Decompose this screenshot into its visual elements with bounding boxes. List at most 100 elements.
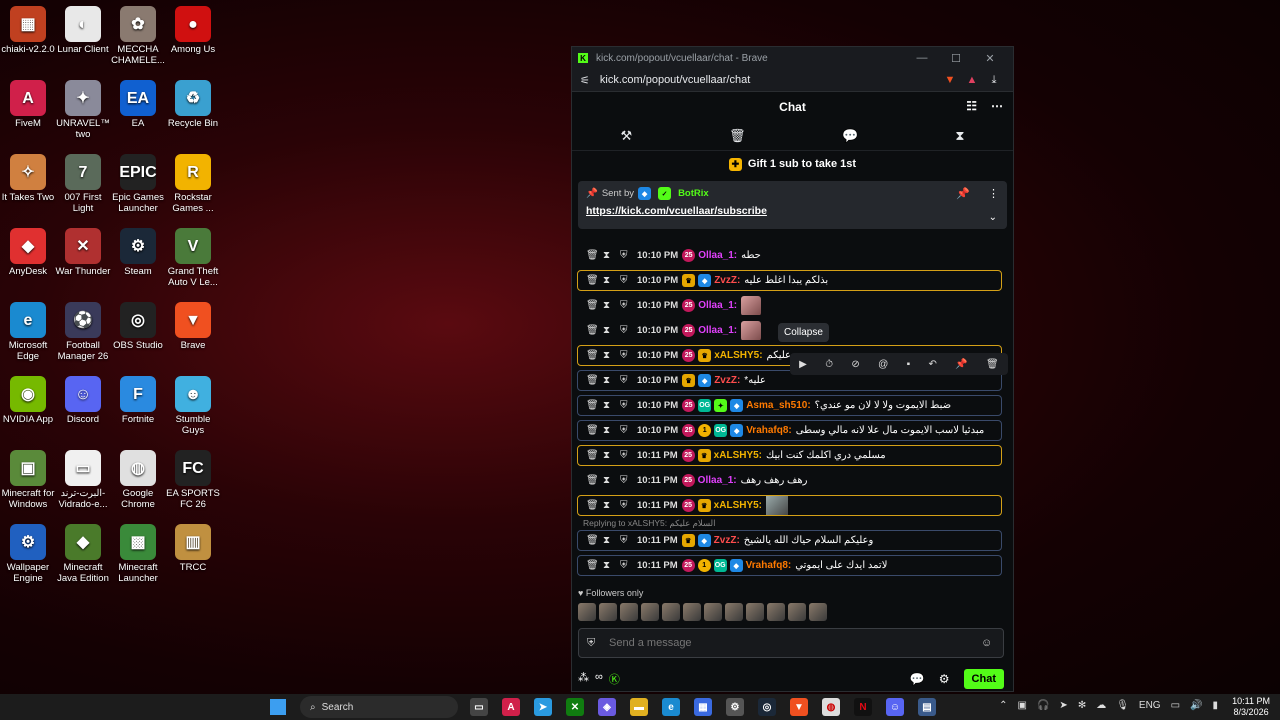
url-text[interactable]: kick.com/popout/vcuellaar/chat — [600, 74, 939, 86]
hourglass-icon[interactable]: ⧗ — [603, 300, 620, 311]
desktop-icon[interactable]: ▭ البرت-ترند-Vidrado-e... — [55, 450, 111, 510]
trash-icon[interactable]: 🗑 — [586, 300, 603, 311]
unpin-icon[interactable]: 📌 — [956, 187, 970, 200]
brave-rewards-icon[interactable]: ▲ — [961, 74, 983, 86]
desktop-icon[interactable]: ✕ War Thunder — [55, 228, 111, 277]
message-input[interactable] — [607, 636, 981, 650]
trash-icon[interactable]: 🗑 — [586, 425, 603, 436]
hourglass-icon[interactable]: ⧗ — [603, 535, 620, 546]
emote[interactable] — [704, 603, 722, 621]
hourglass-icon[interactable]: ⧗ — [603, 250, 620, 261]
chat-message[interactable]: 🗑 ⧗ ⛨ 10:11 PM 25 1 OG ◆ Vrahafq8: لاتمد ايدك على… — [577, 555, 1002, 576]
chevron-up-icon[interactable]: ⌃ — [999, 700, 1007, 711]
delete-icon[interactable]: 🗑 — [986, 359, 999, 370]
address-bar[interactable]: ⚟ kick.com/popout/vcuellaar/chat ▼ ▲ ⤓ — [572, 69, 1013, 92]
username[interactable]: Ollaa_1: — [698, 300, 737, 311]
kick-k-icon[interactable]: Ⓚ — [609, 671, 620, 687]
trash-icon[interactable]: 🗑 — [586, 250, 603, 261]
site-settings-icon[interactable]: ⚟ — [580, 74, 590, 87]
microphone-icon[interactable]: 🎙 — [1116, 700, 1129, 711]
shield-icon[interactable]: ⛨ — [620, 275, 637, 286]
hourglass-icon[interactable]: ⧗ — [603, 275, 620, 286]
close-icon[interactable]: ✕ — [973, 52, 1007, 65]
emote[interactable] — [725, 603, 743, 621]
calculator-icon[interactable]: ▤ — [918, 698, 936, 716]
chat-message[interactable]: 🗑 ⧗ ⛨ 10:11 PM 25 ♛ xALSHY5: — [577, 495, 1002, 516]
settings-taskbar-icon[interactable]: ⚙ — [726, 698, 744, 716]
desktop-icon[interactable]: e Microsoft Edge — [0, 302, 56, 362]
chat-bubble-small-icon[interactable]: 💬 — [910, 672, 925, 686]
settings-icon[interactable]: ⚙ — [939, 672, 950, 686]
desktop-icon[interactable]: ◆ AnyDesk — [0, 228, 56, 277]
username[interactable]: Ollaa_1: — [698, 475, 737, 486]
desktop-icon[interactable]: EA EA — [110, 80, 166, 129]
desktop-icon[interactable]: ▦ chiaki-v2.2.0 — [0, 6, 56, 55]
download-icon[interactable]: ⤓ — [983, 74, 1005, 87]
desktop-icon[interactable]: ☺ Discord — [55, 376, 111, 425]
desktop-icon[interactable]: EPIC Epic Games Launcher — [110, 154, 166, 214]
start-button[interactable] — [270, 699, 286, 715]
emote[interactable] — [599, 603, 617, 621]
maximize-icon[interactable]: ☐ — [939, 52, 973, 65]
username[interactable]: xALSHY5: — [714, 450, 762, 461]
shield-icon[interactable]: ⛨ — [620, 375, 637, 386]
trash-icon[interactable]: 🗑 — [586, 325, 603, 336]
desktop-icon[interactable]: ▣ Minecraft for Windows — [0, 450, 56, 510]
trash-icon[interactable]: 🗑 — [586, 400, 603, 411]
shield-icon[interactable]: ⛨ — [620, 560, 637, 571]
trash-icon[interactable]: 🗑 — [729, 128, 746, 144]
hourglass-icon[interactable]: ⧗ — [603, 450, 620, 461]
clock[interactable]: 10:11 PM 8/3/2026 — [1232, 696, 1270, 718]
shield-icon[interactable]: ⛨ — [620, 535, 637, 546]
pinned-more-icon[interactable]: ⋮ — [988, 187, 999, 200]
desktop-icon[interactable]: ⚽ Football Manager 26 — [55, 302, 111, 362]
hourglass-icon[interactable]: ⧗ — [603, 560, 620, 571]
desktop-icon[interactable]: ⚙ Steam — [110, 228, 166, 277]
desktop-icon[interactable]: A FiveM — [0, 80, 56, 129]
username[interactable]: ZvzZ: — [714, 535, 740, 546]
desktop-icon[interactable]: ◐ Lunar Client — [55, 6, 111, 55]
shield-icon[interactable]: ⛨ — [620, 250, 637, 261]
shield-icon[interactable]: ⛨ — [620, 325, 637, 336]
copilot-icon[interactable]: ◈ — [598, 698, 616, 716]
emote[interactable] — [767, 603, 785, 621]
ban-icon[interactable]: ⊘ — [851, 359, 859, 370]
hourglass-icon[interactable]: ⧗ — [603, 325, 620, 336]
send-chat-button[interactable]: Chat — [963, 669, 1004, 689]
fivem-taskbar-icon[interactable]: A — [502, 698, 520, 716]
desktop-icon[interactable]: ♻ Recycle Bin — [165, 80, 221, 129]
desktop-icon[interactable]: ✦ UNRAVEL™ two — [55, 80, 111, 140]
username[interactable]: Ollaa_1: — [698, 250, 737, 261]
desktop-icon[interactable]: ◍ Google Chrome — [110, 450, 166, 510]
infinity-icon[interactable]: ∞ — [595, 671, 603, 687]
emote[interactable] — [746, 603, 764, 621]
play-icon[interactable]: ▶ — [799, 359, 807, 370]
chat-message[interactable]: 🗑 ⧗ ⛨ 10:10 PM 25 Ollaa_1: — [577, 295, 1002, 316]
emoji-icon[interactable]: ☺ — [981, 637, 995, 649]
username[interactable]: ZvzZ: — [714, 375, 740, 386]
trash-icon[interactable]: 🗑 — [586, 560, 603, 571]
chevron-down-icon[interactable]: ⌄ — [989, 212, 997, 223]
hourglass-icon[interactable]: ⧗ — [603, 500, 620, 511]
chrome-taskbar-icon[interactable]: ◍ — [822, 698, 840, 716]
telegram-tray-icon[interactable]: ➤ — [1059, 700, 1067, 711]
desktop-icon[interactable]: ⚙ Wallpaper Engine — [0, 524, 56, 584]
desktop-icon[interactable]: 7 007 First Light — [55, 154, 111, 214]
hourglass-icon[interactable]: ⧗ — [603, 400, 620, 411]
shield-icon[interactable]: ⛨ — [620, 500, 637, 511]
discord-taskbar-icon[interactable]: ☺ — [886, 698, 904, 716]
headset-icon[interactable]: 🎧 — [1037, 700, 1049, 711]
mention-icon[interactable]: @ — [878, 359, 888, 370]
emote[interactable] — [809, 603, 827, 621]
desktop-icon[interactable]: ● Among Us — [165, 6, 221, 55]
bot-name[interactable]: BotRix — [678, 188, 709, 199]
taskbar-search[interactable]: ⌕ Search — [300, 696, 458, 718]
desktop-icon[interactable]: ✧ It Takes Two — [0, 154, 56, 203]
copy-icon[interactable]: ▪ — [907, 359, 911, 370]
display-icon[interactable]: ▭ — [1171, 700, 1180, 711]
emote[interactable] — [578, 603, 596, 621]
trash-icon[interactable]: 🗑 — [586, 500, 603, 511]
username[interactable]: Vrahafq8: — [746, 425, 792, 436]
shield-icon[interactable]: ⛨ — [620, 425, 637, 436]
emote[interactable] — [683, 603, 701, 621]
